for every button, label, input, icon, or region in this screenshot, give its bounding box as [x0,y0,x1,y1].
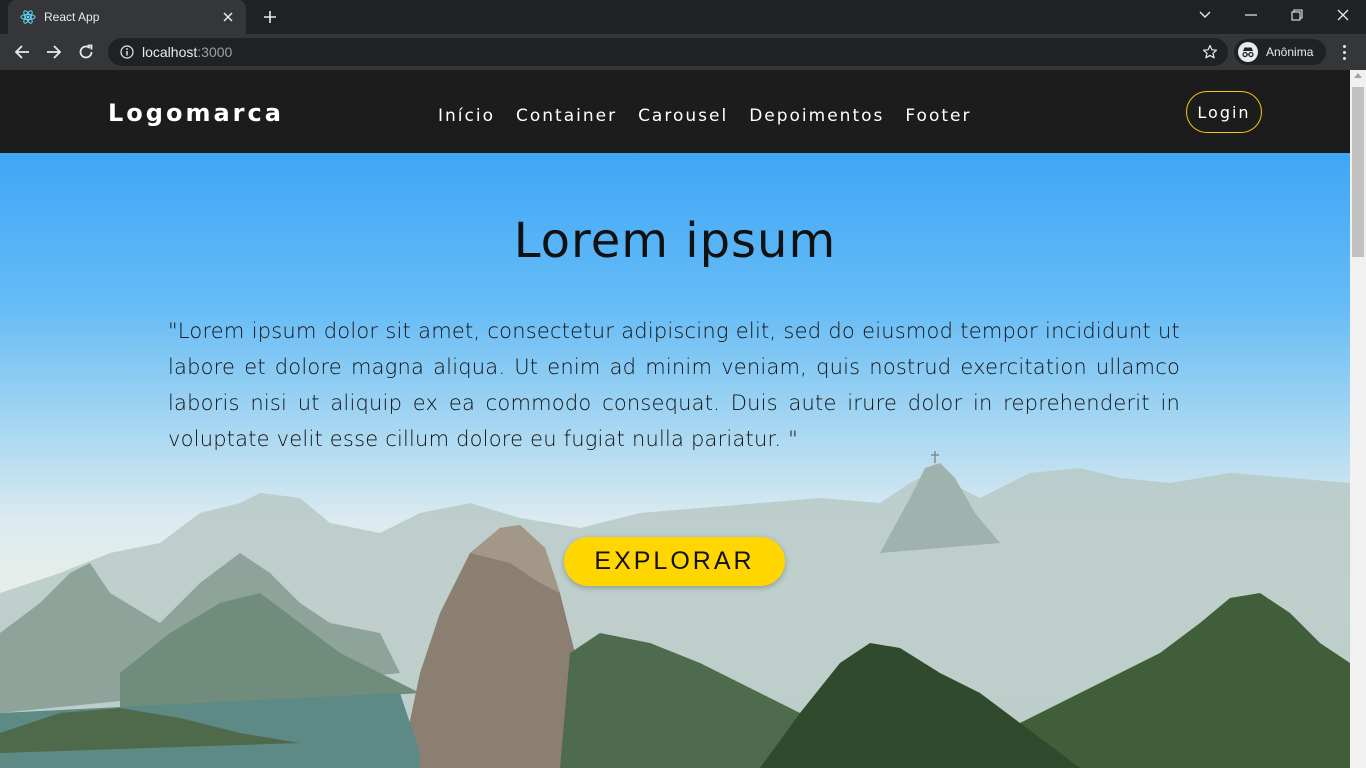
browser-titlebar: React App [0,0,1366,34]
react-icon [20,9,36,25]
browser-tab[interactable]: React App [8,0,246,34]
page-viewport: Logomarca Início Container Carousel Depo… [0,70,1350,768]
tab-title: React App [44,10,100,24]
reload-icon[interactable] [72,38,100,66]
scrollbar-thumb[interactable] [1352,87,1364,257]
site-navbar: Logomarca Início Container Carousel Depo… [0,70,1350,153]
nav-link-depoimentos[interactable]: Depoimentos [749,106,884,126]
page-scrollbar[interactable] [1350,70,1366,768]
explore-button[interactable]: EXPLORAR [564,537,785,586]
minimize-icon[interactable] [1228,0,1274,30]
browser-menu-icon[interactable] [1334,40,1354,64]
address-bar[interactable]: localhost:3000 [108,38,1228,66]
nav-link-footer[interactable]: Footer [905,106,971,126]
forward-arrow-icon[interactable] [40,38,68,66]
tab-search-chevron-icon[interactable] [1182,0,1228,30]
restore-icon[interactable] [1274,0,1320,30]
star-icon[interactable] [1202,44,1218,60]
nav-link-container[interactable]: Container [516,106,617,126]
browser-toolbar: localhost:3000 Anônima [0,34,1366,70]
back-arrow-icon[interactable] [8,38,36,66]
hero-title: Lorem ipsum [513,213,837,269]
new-tab-icon[interactable] [258,5,282,29]
site-info-icon[interactable] [120,45,134,59]
site-logo[interactable]: Logomarca [108,99,284,127]
profile-label: Anônima [1266,45,1314,59]
url-port: :3000 [197,44,233,60]
nav-link-carousel[interactable]: Carousel [638,106,728,126]
tab-close-icon[interactable] [220,9,236,25]
nav-link-inicio[interactable]: Início [438,106,495,126]
incognito-icon [1238,42,1258,62]
scroll-up-arrow-icon[interactable] [1354,73,1362,78]
hero-text: "Lorem ipsum dolor sit amet, consectetur… [168,319,1180,451]
incognito-profile-button[interactable]: Anônima [1234,39,1326,65]
login-button[interactable]: Login [1186,91,1262,133]
site-nav-links: Início Container Carousel Depoimentos Fo… [438,106,971,126]
hero-section: Lorem ipsum "Lorem ipsum dolor sit amet,… [0,153,1350,768]
close-window-icon[interactable] [1320,0,1366,30]
url-host: localhost [142,44,198,60]
